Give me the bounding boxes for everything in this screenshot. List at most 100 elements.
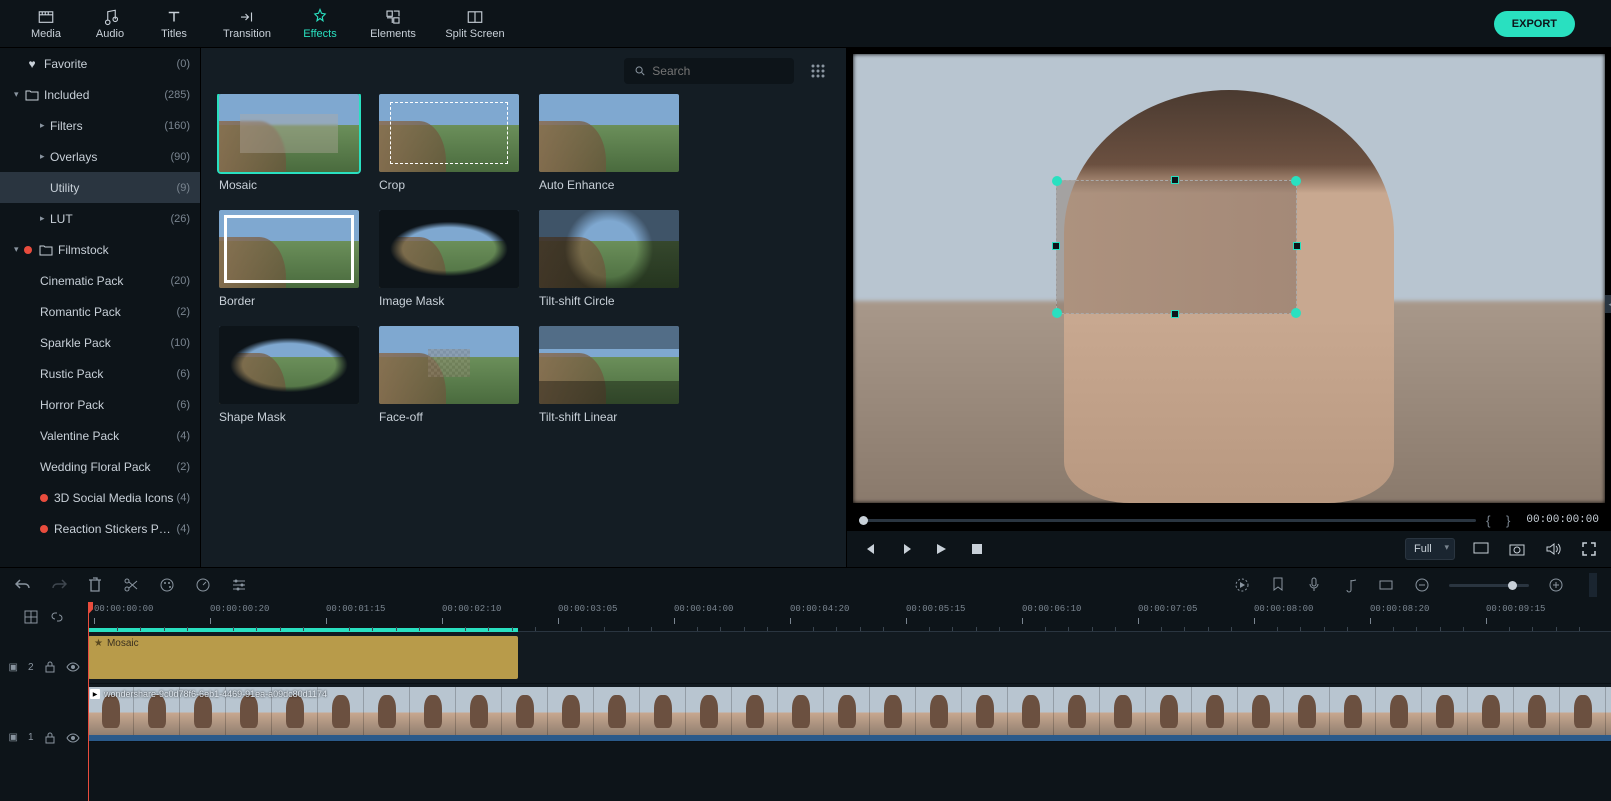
sidebar-item-sparkle-pack[interactable]: Sparkle Pack(10): [0, 327, 200, 358]
grid-view-button[interactable]: [806, 59, 830, 83]
export-button[interactable]: EXPORT: [1494, 11, 1575, 37]
playhead[interactable]: [88, 602, 89, 801]
preview-canvas[interactable]: [853, 54, 1605, 503]
sidebar-item-label: Cinematic Pack: [40, 274, 170, 288]
nav-elements[interactable]: Elements: [352, 0, 434, 48]
sidebar-item-cinematic-pack[interactable]: Cinematic Pack(20): [0, 265, 200, 296]
mosaic-selection-box[interactable]: [1056, 180, 1297, 315]
sidebar-item-label: Overlays: [50, 150, 170, 164]
new-dot-icon: [24, 246, 32, 254]
nav-audio[interactable]: Audio: [78, 0, 142, 48]
quality-select[interactable]: Full: [1405, 538, 1455, 560]
sidebar-item-count: (6): [177, 399, 190, 411]
adjust-button[interactable]: [230, 576, 248, 594]
sidebar-item-lut[interactable]: ▸LUT(26): [0, 203, 200, 234]
nav-media[interactable]: Media: [14, 0, 78, 48]
effect-thumbnail: [379, 326, 519, 404]
nav-titles[interactable]: Titles: [142, 0, 206, 48]
sidebar-item-filters[interactable]: ▸Filters(160): [0, 110, 200, 141]
stop-button[interactable]: [967, 539, 987, 559]
effect-card-mosaic[interactable]: Mosaic: [219, 94, 359, 192]
sidebar-item-utility[interactable]: Utility(9): [0, 172, 200, 203]
zoom-out-button[interactable]: [1413, 576, 1431, 594]
preview-time: 00:00:00:00: [1526, 514, 1599, 526]
redo-button[interactable]: [50, 576, 68, 594]
ruler-tick: 00:00:04:20: [790, 604, 849, 614]
snapshot-button[interactable]: [1507, 539, 1527, 559]
track-manager-button[interactable]: [22, 608, 40, 626]
eye-icon: [66, 662, 80, 672]
effect-card-border[interactable]: Border: [219, 210, 359, 308]
effect-track[interactable]: ★Mosaic: [88, 632, 1611, 684]
effect-card-auto-enhance[interactable]: Auto Enhance: [539, 94, 679, 192]
search-input[interactable]: [652, 64, 784, 78]
zoom-in-button[interactable]: [1547, 576, 1565, 594]
sidebar-item-rustic-pack[interactable]: Rustic Pack(6): [0, 358, 200, 389]
crop-button[interactable]: [1377, 576, 1395, 594]
link-button[interactable]: [48, 608, 66, 626]
sidebar-item-favorite[interactable]: ♥Favorite(0): [0, 48, 200, 79]
sidebar-item-wedding-floral-pack[interactable]: Wedding Floral Pack(2): [0, 451, 200, 482]
undo-button[interactable]: [14, 576, 32, 594]
preview-panel: { } 00:00:00:00 Full: [847, 48, 1611, 567]
video-clip[interactable]: ▶ wondershare-9c0d78f6-6eb1-4469-91ea-a0…: [88, 687, 1611, 738]
effect-card-tilt-shift-linear[interactable]: Tilt-shift Linear: [539, 326, 679, 424]
effect-track-header[interactable]: ▣2: [0, 632, 88, 703]
timeline-tracks[interactable]: 00:00:00:0000:00:00:2000:00:01:1500:00:0…: [88, 602, 1611, 801]
nav-effects[interactable]: Effects: [288, 0, 352, 48]
ruler-tick: 00:00:03:05: [558, 604, 617, 614]
effect-label: Face-off: [379, 410, 519, 424]
effect-card-shape-mask[interactable]: Shape Mask: [219, 326, 359, 424]
effect-card-image-mask[interactable]: Image Mask: [379, 210, 519, 308]
timeline-ruler[interactable]: 00:00:00:0000:00:00:2000:00:01:1500:00:0…: [88, 602, 1611, 632]
effect-card-crop[interactable]: Crop: [379, 94, 519, 192]
color-button[interactable]: [158, 576, 176, 594]
nav-transition[interactable]: Transition: [206, 0, 288, 48]
sidebar-item-label: Filters: [50, 119, 164, 133]
collapse-sidebar-handle[interactable]: ◀: [1605, 295, 1611, 313]
video-track-header[interactable]: ▣1: [0, 703, 88, 774]
effect-label: Border: [219, 294, 359, 308]
sidebar-item-horror-pack[interactable]: Horror Pack(6): [0, 389, 200, 420]
sidebar-item-romantic-pack[interactable]: Romantic Pack(2): [0, 296, 200, 327]
effect-clip[interactable]: ★Mosaic: [88, 636, 518, 679]
effect-card-face-off[interactable]: Face-off: [379, 326, 519, 424]
sidebar-item-valentine-pack[interactable]: Valentine Pack(4): [0, 420, 200, 451]
play-pause-button[interactable]: [895, 539, 915, 559]
sidebar-item-label: Filmstock: [58, 243, 190, 257]
delete-button[interactable]: [86, 576, 104, 594]
play-button[interactable]: [931, 539, 951, 559]
effect-thumbnail: [379, 94, 519, 172]
preview-scrubber[interactable]: [859, 519, 1476, 522]
voiceover-button[interactable]: [1305, 576, 1323, 594]
ruler-tick: 00:00:00:20: [210, 604, 269, 614]
effect-label: Tilt-shift Linear: [539, 410, 679, 424]
video-track[interactable]: ▶ wondershare-9c0d78f6-6eb1-4469-91ea-a0…: [88, 684, 1611, 742]
effects-grid: MosaicCropAuto EnhanceBorderImage MaskTi…: [201, 94, 846, 567]
prev-frame-button[interactable]: [859, 539, 879, 559]
search-box[interactable]: [624, 58, 794, 84]
nav-splitscreen[interactable]: Split Screen: [434, 0, 516, 48]
effects-sidebar[interactable]: ♥Favorite(0)▾Included(285)▸Filters(160)▸…: [0, 48, 200, 567]
zoom-slider[interactable]: [1449, 584, 1529, 587]
sidebar-item-label: Rustic Pack: [40, 367, 177, 381]
sidebar-item-3d-social-media-icons[interactable]: 3D Social Media Icons(4): [0, 482, 200, 513]
timeline-options-button[interactable]: [1589, 573, 1597, 597]
sidebar-item-reaction-stickers-pack[interactable]: Reaction Stickers Pack(4): [0, 513, 200, 544]
effect-card-tilt-shift-circle[interactable]: Tilt-shift Circle: [539, 210, 679, 308]
audio-mixer-button[interactable]: [1341, 576, 1359, 594]
effect-label: Crop: [379, 178, 519, 192]
split-button[interactable]: [122, 576, 140, 594]
search-icon: [634, 64, 646, 78]
speed-button[interactable]: [194, 576, 212, 594]
fullscreen-button[interactable]: [1579, 539, 1599, 559]
volume-button[interactable]: [1543, 539, 1563, 559]
timeline-panel: ▣2 ▣1 00:00:00:0000:00:00:2000:00:01:150…: [0, 567, 1611, 801]
display-settings-button[interactable]: [1471, 539, 1491, 559]
ruler-tick: 00:00:06:10: [1022, 604, 1081, 614]
marker-button[interactable]: [1269, 576, 1287, 594]
sidebar-item-filmstock[interactable]: ▾Filmstock: [0, 234, 200, 265]
render-button[interactable]: [1233, 576, 1251, 594]
sidebar-item-overlays[interactable]: ▸Overlays(90): [0, 141, 200, 172]
sidebar-item-included[interactable]: ▾Included(285): [0, 79, 200, 110]
